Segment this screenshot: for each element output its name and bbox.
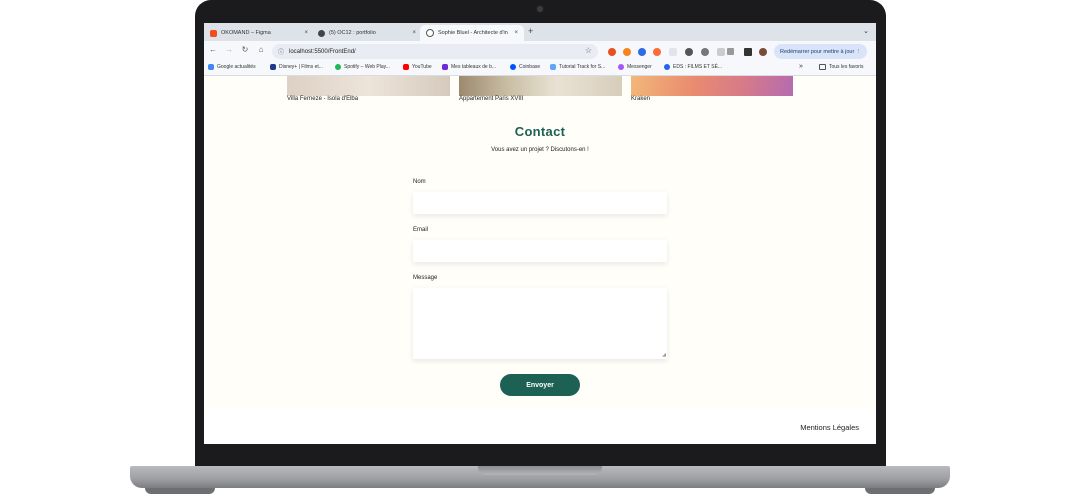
project-caption: Appartement Paris XVIII — [459, 96, 524, 102]
bookmark-item[interactable]: Tutorial Track for S... — [550, 64, 605, 70]
email-label: Email — [413, 227, 429, 233]
camera-icon — [537, 6, 543, 12]
extension-icon[interactable] — [638, 48, 646, 56]
tab-search-button[interactable]: ⌄ — [861, 27, 871, 37]
message-field[interactable]: ◢ — [413, 288, 667, 359]
resize-handle-icon[interactable]: ◢ — [662, 352, 666, 358]
page-content: Villa Ferneze - Isola d'Elba Appartement… — [204, 76, 876, 444]
reload-icon[interactable]: ↻ — [239, 45, 251, 54]
bookmark-item[interactable]: YouTube — [403, 64, 432, 70]
project-image — [631, 76, 793, 96]
close-icon[interactable]: × — [514, 30, 518, 36]
laptop-foot — [865, 488, 935, 494]
bookmark-item[interactable]: Messenger — [618, 64, 652, 70]
message-label: Message — [413, 275, 438, 281]
tab-github[interactable]: (5) OC12 : portfolio × — [312, 25, 422, 41]
dashboard-icon — [442, 64, 448, 70]
spotify-icon — [335, 64, 341, 70]
all-bookmarks-button[interactable]: Tous les favoris — [819, 64, 863, 70]
figma-icon — [210, 29, 217, 37]
bookmark-item[interactable]: Spotify – Web Play... — [335, 64, 390, 70]
home-icon[interactable]: ⌂ — [255, 45, 267, 54]
legal-notice-link[interactable]: Mentions Légales — [800, 423, 859, 432]
project-image — [459, 76, 622, 96]
coinbase-icon — [510, 64, 516, 70]
site-info-icon[interactable]: ⓘ — [278, 47, 284, 56]
youtube-icon — [403, 64, 409, 70]
bookmark-item[interactable]: EDS : FILMS ET SÉ... — [664, 64, 722, 70]
bookmark-star-icon[interactable]: ☆ — [585, 46, 592, 55]
google-news-icon — [208, 64, 214, 70]
project-image — [287, 76, 450, 96]
extension-icon[interactable] — [608, 48, 616, 56]
extension-icon[interactable] — [701, 48, 709, 56]
tab-sophie-bluel[interactable]: Sophie Bluel - Architecte d'in × — [420, 25, 524, 41]
contact-title: Contact — [514, 124, 566, 139]
github-icon — [318, 29, 325, 37]
eds-icon — [664, 64, 670, 70]
laptop-foot — [145, 488, 215, 494]
project-caption: Villa Ferneze - Isola d'Elba — [287, 96, 359, 102]
navigation-bar: ← → ↻ ⌂ ⓘ localhost:5500/FrontEnd/ ☆ Red… — [204, 41, 876, 62]
forward-icon[interactable]: → — [223, 45, 235, 54]
footer: Mentions Légales — [204, 409, 876, 444]
screen: OKOMAND – Figma × (5) OC12 : portfolio ×… — [204, 23, 876, 444]
bookmark-item[interactable]: Mes tableaux de b... — [442, 64, 496, 70]
email-field[interactable] — [413, 240, 667, 262]
address-bar[interactable]: ⓘ localhost:5500/FrontEnd/ ☆ — [272, 44, 598, 59]
laptop-notch — [478, 466, 602, 475]
extension-icon[interactable] — [653, 48, 661, 56]
new-tab-button[interactable]: + — [528, 26, 533, 36]
tab-bar: OKOMAND – Figma × (5) OC12 : portfolio ×… — [204, 23, 876, 41]
tutorial-icon — [550, 64, 556, 70]
extension-icon[interactable] — [669, 48, 677, 56]
bookmark-item[interactable]: Coinbase — [510, 64, 540, 70]
name-label: Nom — [413, 179, 426, 185]
more-bookmarks-button[interactable]: » — [799, 63, 803, 70]
metamask-icon[interactable] — [623, 48, 631, 56]
bookmarks-bar: Google actualités Disney+ | Films et... … — [204, 62, 876, 76]
disney-icon — [270, 64, 276, 70]
extensions-puzzle-icon[interactable] — [717, 48, 725, 56]
side-panel-icon[interactable] — [744, 48, 752, 56]
folder-icon — [819, 64, 826, 70]
back-icon[interactable]: ← — [207, 45, 219, 54]
bookmark-item[interactable]: Disney+ | Films et... — [270, 64, 323, 70]
name-field[interactable] — [413, 192, 667, 214]
bookmark-item[interactable]: Google actualités — [208, 64, 256, 70]
relaunch-update-button[interactable]: Redémarrer pour mettre à jour ⋮ — [774, 44, 868, 59]
tab-figma[interactable]: OKOMAND – Figma × — [204, 25, 314, 41]
send-button[interactable]: Envoyer — [500, 374, 580, 396]
close-icon[interactable]: × — [304, 30, 308, 36]
download-icon[interactable] — [727, 48, 734, 55]
close-icon[interactable]: × — [412, 30, 416, 36]
contact-subtitle: Vous avez un projet ? Discutons-en ! — [491, 147, 589, 153]
project-caption: Kraken — [631, 96, 651, 102]
messenger-icon — [618, 64, 624, 70]
globe-icon — [426, 29, 434, 37]
extension-icon[interactable] — [685, 48, 693, 56]
avatar[interactable] — [759, 48, 767, 56]
